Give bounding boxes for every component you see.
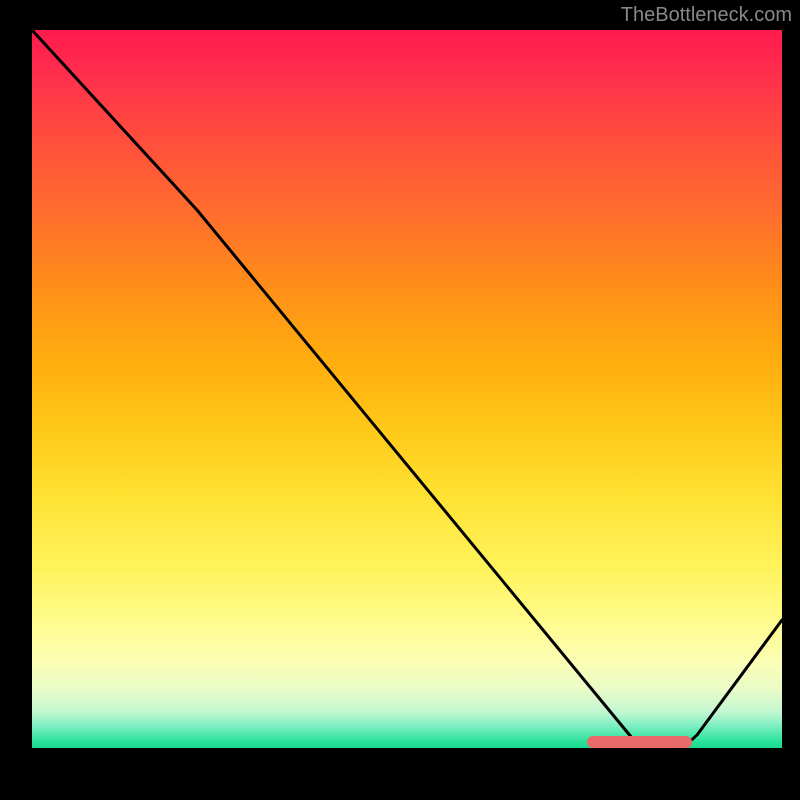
bottleneck-curve bbox=[32, 30, 782, 748]
curve-path bbox=[32, 30, 782, 748]
watermark-text: TheBottleneck.com bbox=[621, 4, 792, 27]
plot-area bbox=[32, 30, 782, 748]
optimal-range-marker bbox=[587, 736, 692, 748]
